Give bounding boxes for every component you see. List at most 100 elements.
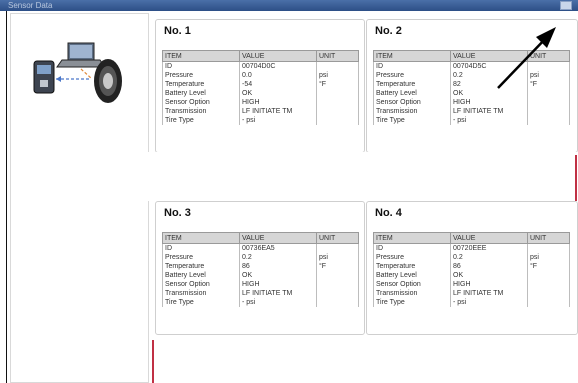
column-header-item: ITEM (373, 50, 451, 62)
item-cell: Sensor Option (162, 98, 240, 107)
table-row: Tire Type - psi (162, 298, 359, 307)
item-cell: Battery Level (162, 89, 240, 98)
unit-cell: °F (316, 262, 359, 271)
close-icon[interactable] (560, 1, 572, 10)
unit-cell: psi (527, 253, 570, 262)
column-header-item: ITEM (373, 232, 451, 244)
sensor-card-2: No. 2 ITEM VALUE UNIT ID 00704D5C Pressur… (366, 19, 578, 153)
accent-line-right (575, 155, 577, 201)
column-header-value: VALUE (450, 232, 528, 244)
column-header-unit: UNIT (316, 50, 359, 62)
value-cell: LF INITIATE TM (239, 107, 317, 116)
unit-cell (316, 243, 359, 253)
card-title: No. 2 (375, 25, 402, 37)
table-row: Sensor Option HIGH (373, 98, 570, 107)
item-cell: Sensor Option (162, 280, 240, 289)
item-cell: ID (162, 243, 240, 253)
value-cell: 0.0 (239, 71, 317, 80)
value-cell: 82 (450, 80, 528, 89)
accent-line-bottom (152, 340, 154, 383)
unit-cell (527, 280, 570, 289)
unit-cell (316, 289, 359, 298)
table-row: Tire Type - psi (373, 116, 570, 125)
unit-cell: °F (527, 80, 570, 89)
unit-cell (527, 107, 570, 116)
value-cell: LF INITIATE TM (450, 289, 528, 298)
sensor-table: ITEM VALUE UNIT ID 00704D0C Pressure 0.0 ps… (162, 50, 359, 125)
column-header-value: VALUE (450, 50, 528, 62)
unit-cell (527, 271, 570, 280)
sensor-card-3: No. 3 ITEM VALUE UNIT ID 00736EA5 Pressur… (155, 201, 365, 335)
section-gap (148, 152, 578, 201)
unit-cell (316, 298, 359, 307)
table-header-row: ITEM VALUE UNIT (373, 50, 570, 62)
left-border (6, 11, 7, 383)
table-row: ID 00704D5C (373, 61, 570, 71)
unit-cell (527, 289, 570, 298)
value-cell: OK (450, 271, 528, 280)
value-cell: HIGH (450, 98, 528, 107)
sensor-table: ITEM VALUE UNIT ID 00704D5C Pressure 0.2 ps… (373, 50, 570, 125)
item-cell: Transmission (373, 289, 451, 298)
left-panel (10, 13, 149, 383)
value-cell: 0.2 (450, 253, 528, 262)
table-row: Transmission LF INITIATE TM (373, 289, 570, 298)
unit-cell: psi (316, 71, 359, 80)
unit-cell (527, 243, 570, 253)
unit-cell (316, 280, 359, 289)
table-row: Transmission LF INITIATE TM (162, 107, 359, 116)
table-row: Temperature -54 °F (162, 80, 359, 89)
value-cell: - psi (450, 298, 528, 307)
column-header-item: ITEM (162, 50, 240, 62)
column-header-unit: UNIT (316, 232, 359, 244)
value-cell: HIGH (239, 280, 317, 289)
table-row: Temperature 82 °F (373, 80, 570, 89)
table-row: Pressure 0.2 psi (162, 253, 359, 262)
table-row: ID 00720EEE (373, 243, 570, 253)
unit-cell (527, 61, 570, 71)
value-cell: HIGH (239, 98, 317, 107)
item-cell: ID (162, 61, 240, 71)
table-row: ID 00736EA5 (162, 243, 359, 253)
table-header-row: ITEM VALUE UNIT (162, 50, 359, 62)
table-row: Temperature 86 °F (373, 262, 570, 271)
sensor-table: ITEM VALUE UNIT ID 00720EEE Pressure 0.2 ps… (373, 232, 570, 307)
item-cell: Transmission (162, 107, 240, 116)
tpms-tool-icon (33, 60, 55, 94)
window-title: Sensor Data (8, 1, 53, 10)
value-cell: 00736EA5 (239, 243, 317, 253)
value-cell: - psi (450, 116, 528, 125)
table-row: Sensor Option HIGH (373, 280, 570, 289)
unit-cell (316, 61, 359, 71)
item-cell: Pressure (162, 71, 240, 80)
value-cell: - psi (239, 298, 317, 307)
value-cell: OK (239, 271, 317, 280)
card-title: No. 3 (164, 207, 191, 219)
item-cell: Tire Type (162, 298, 240, 307)
item-cell: Transmission (162, 289, 240, 298)
laptop-icon (56, 42, 106, 68)
table-row: Battery Level OK (162, 89, 359, 98)
item-cell: Tire Type (373, 116, 451, 125)
unit-cell (316, 107, 359, 116)
item-cell: Temperature (162, 262, 240, 271)
item-cell: Battery Level (373, 271, 451, 280)
unit-cell (316, 116, 359, 125)
value-cell: HIGH (450, 280, 528, 289)
table-row: Pressure 0.2 psi (373, 253, 570, 262)
item-cell: Pressure (162, 253, 240, 262)
column-header-unit: UNIT (527, 50, 570, 62)
unit-cell (527, 116, 570, 125)
unit-cell: °F (316, 80, 359, 89)
card-title: No. 4 (375, 207, 402, 219)
value-cell: 86 (450, 262, 528, 271)
table-row: Sensor Option HIGH (162, 280, 359, 289)
unit-cell (316, 98, 359, 107)
table-row: Battery Level OK (373, 89, 570, 98)
item-cell: ID (373, 243, 451, 253)
item-cell: Sensor Option (373, 98, 451, 107)
item-cell: Sensor Option (373, 280, 451, 289)
value-cell: - psi (239, 116, 317, 125)
table-header-row: ITEM VALUE UNIT (373, 232, 570, 244)
item-cell: Pressure (373, 71, 451, 80)
